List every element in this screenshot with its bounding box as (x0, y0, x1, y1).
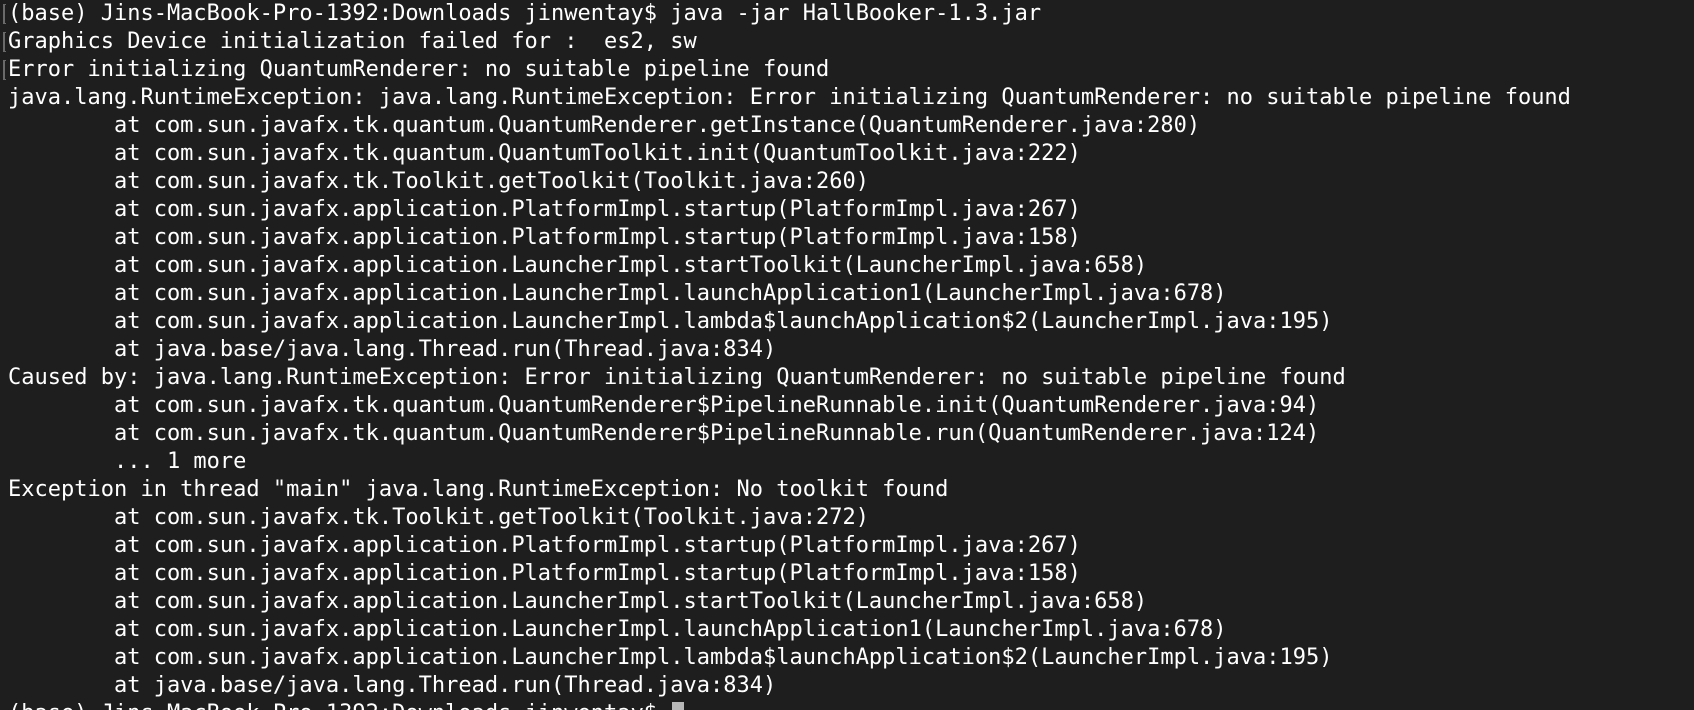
line-text: at com.sun.javafx.tk.quantum.QuantumRend… (8, 421, 1320, 446)
prompt-line[interactable]: (base) Jins-MacBook-Pro-1392:Downloads j… (8, 700, 1694, 710)
stack-trace-line: at com.sun.javafx.tk.Toolkit.getToolkit(… (8, 504, 1694, 532)
stack-trace-line: at com.sun.javafx.tk.quantum.QuantumTool… (8, 140, 1694, 168)
stack-trace-line: at com.sun.javafx.tk.quantum.QuantumRend… (8, 392, 1694, 420)
stack-trace-line: at com.sun.javafx.application.PlatformIm… (8, 196, 1694, 224)
line-text: at com.sun.javafx.application.LauncherIm… (8, 645, 1333, 670)
line-text: at com.sun.javafx.application.PlatformIm… (8, 225, 1081, 250)
line-text: ... 1 more (8, 449, 247, 474)
output-mark-icon (3, 32, 6, 52)
line-text: at java.base/java.lang.Thread.run(Thread… (8, 337, 777, 362)
line-text: Caused by: java.lang.RuntimeException: E… (8, 365, 1346, 390)
stack-trace-line: ... 1 more (8, 448, 1694, 476)
stack-trace-line: at com.sun.javafx.application.PlatformIm… (8, 560, 1694, 588)
line-text: Exception in thread "main" java.lang.Run… (8, 477, 949, 502)
line-text: java.lang.RuntimeException: java.lang.Ru… (8, 85, 1571, 110)
stack-trace-line: at com.sun.javafx.application.LauncherIm… (8, 252, 1694, 280)
line-text: at com.sun.javafx.tk.quantum.QuantumRend… (8, 393, 1320, 418)
stack-trace-line: at com.sun.javafx.application.LauncherIm… (8, 308, 1694, 336)
stack-trace-line: at java.base/java.lang.Thread.run(Thread… (8, 336, 1694, 364)
line-text: at com.sun.javafx.application.PlatformIm… (8, 533, 1081, 558)
line-text: Graphics Device initialization failed fo… (8, 29, 697, 54)
stack-trace-line: at com.sun.javafx.application.PlatformIm… (8, 224, 1694, 252)
stack-trace-line: at com.sun.javafx.tk.quantum.QuantumRend… (8, 112, 1694, 140)
line-text: at com.sun.javafx.application.LauncherIm… (8, 617, 1227, 642)
stack-trace-line: at com.sun.javafx.application.LauncherIm… (8, 280, 1694, 308)
line-text: at com.sun.javafx.application.LauncherIm… (8, 281, 1227, 306)
terminal-line-command: (base) Jins-MacBook-Pro-1392:Downloads j… (3, 0, 1694, 28)
stack-trace-line: at java.base/java.lang.Thread.run(Thread… (8, 672, 1694, 700)
stack-trace-line: at com.sun.javafx.application.LauncherIm… (8, 644, 1694, 672)
line-text: at com.sun.javafx.tk.quantum.QuantumTool… (8, 141, 1081, 166)
line-text: at com.sun.javafx.application.LauncherIm… (8, 253, 1148, 278)
line-text: at com.sun.javafx.application.PlatformIm… (8, 561, 1081, 586)
terminal-line: Caused by: java.lang.RuntimeException: E… (8, 364, 1694, 392)
stack-trace-line: at com.sun.javafx.application.LauncherIm… (8, 588, 1694, 616)
line-text: at com.sun.javafx.application.LauncherIm… (8, 589, 1148, 614)
terminal-line: java.lang.RuntimeException: java.lang.Ru… (8, 84, 1694, 112)
stack-trace-line: at com.sun.javafx.application.PlatformIm… (8, 532, 1694, 560)
shell-prompt: (base) Jins-MacBook-Pro-1392:Downloads j… (8, 701, 670, 710)
line-text: at java.base/java.lang.Thread.run(Thread… (8, 673, 777, 698)
command-mark-icon (3, 4, 6, 24)
line-text: at com.sun.javafx.application.LauncherIm… (8, 309, 1333, 334)
line-text: at com.sun.javafx.tk.Toolkit.getToolkit(… (8, 505, 869, 530)
stack-trace-line: at com.sun.javafx.application.LauncherIm… (8, 616, 1694, 644)
line-text: at com.sun.javafx.application.PlatformIm… (8, 197, 1081, 222)
output-mark-icon (3, 60, 6, 80)
terminal-line: Error initializing QuantumRenderer: no s… (3, 56, 1694, 84)
text-cursor[interactable] (672, 702, 685, 710)
terminal-line: Exception in thread "main" java.lang.Run… (8, 476, 1694, 504)
line-text: Error initializing QuantumRenderer: no s… (8, 57, 830, 82)
terminal-window[interactable]: (base) Jins-MacBook-Pro-1392:Downloads j… (0, 0, 1694, 710)
terminal-line: Graphics Device initialization failed fo… (3, 28, 1694, 56)
line-text: at com.sun.javafx.tk.Toolkit.getToolkit(… (8, 169, 869, 194)
line-text: (base) Jins-MacBook-Pro-1392:Downloads j… (8, 1, 1042, 26)
stack-trace-line: at com.sun.javafx.tk.Toolkit.getToolkit(… (8, 168, 1694, 196)
stack-trace-line: at com.sun.javafx.tk.quantum.QuantumRend… (8, 420, 1694, 448)
line-text: at com.sun.javafx.tk.quantum.QuantumRend… (8, 113, 1201, 138)
